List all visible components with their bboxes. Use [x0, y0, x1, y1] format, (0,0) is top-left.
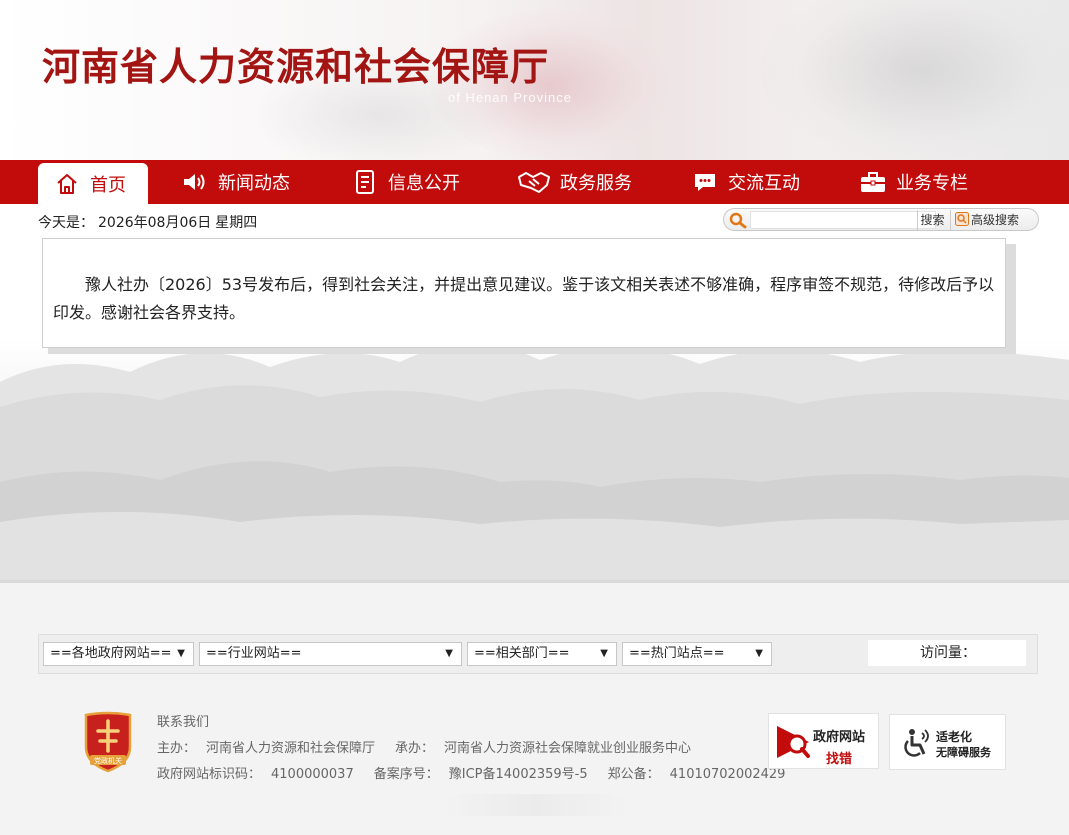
- select-local-gov-sites[interactable]: ==各地政府网站== ▼: [43, 642, 194, 666]
- nav-item-services[interactable]: 政务服务: [516, 160, 632, 204]
- site-subtitle: of Henan Province: [448, 90, 572, 105]
- advanced-search-label: 高级搜索: [971, 213, 1020, 227]
- host-info: 主办： 河南省人力资源和社会保障厅 承办： 河南省人力资源社会保障就业创业服务中心: [157, 737, 711, 756]
- chevron-down-icon: ▼: [755, 648, 763, 659]
- nav-item-label: 信息公开: [388, 173, 460, 194]
- error-report-icon: [775, 722, 811, 766]
- handshake-icon: [516, 167, 552, 197]
- chevron-down-icon: ▼: [600, 648, 608, 659]
- nav-item-info[interactable]: 信息公开: [350, 160, 460, 204]
- chevron-down-icon: ▼: [177, 648, 185, 659]
- date-label: 今天是：: [38, 215, 94, 231]
- police-link[interactable]: 41010702002429: [670, 767, 786, 782]
- date-display: 今天是： 2026年08月06日 星期四: [38, 212, 261, 232]
- search-bar: 搜索 高级搜索: [723, 208, 1039, 231]
- select-related-departments[interactable]: ==相关部门== ▼: [467, 642, 617, 666]
- badge-access-line2: 无障碍服务: [936, 746, 991, 759]
- nav-item-label: 业务专栏: [896, 173, 968, 194]
- registration-info: 政府网站标识码： 4100000037 备案序号： 豫ICP备14002359号-5 郑…: [157, 763, 805, 782]
- search-input[interactable]: [750, 211, 936, 229]
- select-popular-sites[interactable]: ==热门站点== ▼: [622, 642, 772, 666]
- gov-site-error-report-badge[interactable]: 政府网站 找错: [768, 713, 879, 769]
- weekday-value: 星期四: [215, 215, 258, 231]
- chat-icon: [690, 167, 720, 197]
- home-icon: [52, 169, 82, 199]
- nav-item-label: 首页: [90, 174, 126, 196]
- select-label: ==相关部门==: [474, 646, 570, 661]
- icp-label: 备案序号：: [373, 767, 439, 782]
- nav-item-label: 交流互动: [728, 173, 800, 194]
- advanced-search-button[interactable]: 高级搜索: [950, 210, 1038, 230]
- select-industry-sites[interactable]: ==行业网站== ▼: [199, 642, 462, 666]
- speaker-icon: [180, 167, 210, 197]
- nav-item-home[interactable]: 首页: [38, 163, 148, 204]
- icp-link[interactable]: 豫ICP备14002359号-5: [449, 767, 588, 782]
- date-value: 2026年08月06日: [98, 215, 212, 231]
- notice-panel: 豫人社办〔2026〕53号发布后，得到社会关注，并提出意见建议。鉴于该文相关表述…: [42, 238, 1006, 348]
- site-id-value: 4100000037: [271, 767, 354, 782]
- main-nav: 首页 新闻动态 信息公开 政务服务 交流互动 业务专栏: [0, 160, 1069, 204]
- badge-access-line1: 适老化: [936, 730, 973, 744]
- document-icon: [350, 167, 380, 197]
- visit-counter: 访问量：: [868, 640, 1026, 666]
- accessibility-service-badge[interactable]: 适老化 无障碍服务: [889, 714, 1006, 770]
- nav-item-columns[interactable]: 业务专栏: [858, 160, 968, 204]
- contact-us-link[interactable]: 联系我们: [157, 711, 209, 730]
- party-government-emblem[interactable]: 党政机关: [82, 711, 134, 773]
- decorative-shadow: [440, 794, 630, 816]
- badge-error-line1: 政府网站: [813, 730, 866, 745]
- site-id-label: 政府网站标识码：: [157, 767, 262, 782]
- notice-text: 豫人社办〔2026〕53号发布后，得到社会关注，并提出意见建议。鉴于该文相关表述…: [53, 275, 995, 322]
- nav-item-label: 新闻动态: [218, 173, 290, 194]
- select-label: ==热门站点==: [629, 646, 725, 661]
- advanced-search-icon: [955, 212, 969, 226]
- nav-item-news[interactable]: 新闻动态: [180, 160, 290, 204]
- site-header: 河南省人力资源和社会保障厅 of Henan Province: [0, 0, 1069, 160]
- accessibility-icon: [900, 727, 932, 763]
- briefcase-icon: [858, 167, 888, 197]
- header-decoration: [760, 0, 1069, 160]
- select-label: ==各地政府网站==: [50, 646, 172, 661]
- host-value: 河南省人力资源和社会保障厅: [206, 741, 376, 756]
- nav-item-label: 政务服务: [560, 173, 632, 194]
- search-icon: [728, 211, 748, 229]
- police-label: 郑公备：: [607, 767, 660, 782]
- chevron-down-icon: ▼: [445, 648, 453, 659]
- undertaker-label: 承办：: [395, 741, 435, 756]
- badge-error-line2: 找错: [826, 752, 853, 767]
- site-title[interactable]: 河南省人力资源和社会保障厅: [42, 36, 549, 91]
- nav-item-interaction[interactable]: 交流互动: [690, 160, 800, 204]
- select-label: ==行业网站==: [206, 646, 302, 661]
- search-button[interactable]: 搜索: [917, 210, 947, 230]
- undertaker-value: 河南省人力资源社会保障就业创业服务中心: [444, 741, 692, 756]
- host-label: 主办：: [157, 741, 197, 756]
- emblem-text: 党政机关: [94, 756, 122, 765]
